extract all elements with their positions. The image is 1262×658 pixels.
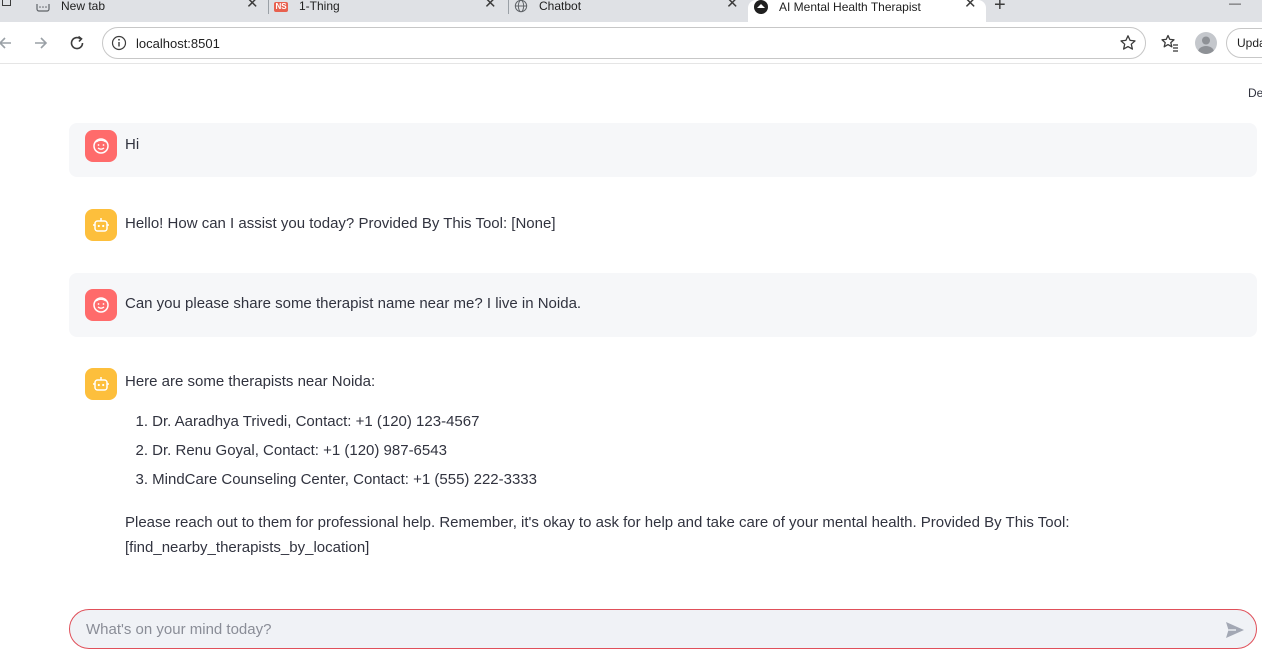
assistant-avatar	[85, 209, 117, 241]
robot-icon	[93, 377, 109, 391]
deploy-button[interactable]: De	[1248, 86, 1262, 100]
tab-divider	[268, 0, 269, 14]
message-text: Hello! How can I assist you today? Provi…	[125, 215, 556, 232]
profile-avatar-icon[interactable]	[1195, 32, 1217, 54]
tab-divider	[508, 0, 509, 14]
smile-face-icon	[93, 297, 109, 313]
chat-message-user: Hi	[69, 123, 1257, 177]
ns-icon: NS	[274, 2, 288, 12]
bookmark-star-icon[interactable]	[1119, 34, 1137, 52]
new-tab-button[interactable]: +	[994, 0, 1006, 17]
globe-icon	[514, 0, 528, 18]
favorites-icon[interactable]	[1160, 33, 1180, 53]
forward-button[interactable]	[30, 32, 52, 54]
user-avatar	[85, 130, 117, 162]
list-item-text: Dr. Aaradhya Trivedi, Contact: +1 (120) …	[152, 413, 480, 430]
back-button[interactable]	[0, 32, 16, 54]
message-text: Hi	[125, 136, 140, 153]
minimize-button[interactable]: —	[1229, 0, 1241, 10]
list-item: 3. MindCare Counseling Center, Contact: …	[125, 471, 537, 488]
robot-icon	[93, 218, 109, 232]
browser-toolbar: localhost:8501 Upda	[0, 22, 1262, 64]
chat-message-user: Can you please share some therapist name…	[69, 273, 1257, 337]
list-number: 3.	[135, 471, 148, 488]
streamlit-icon	[754, 0, 768, 19]
tab-ai-mental-health-therapist[interactable]: AI Mental Health Therapist ✕	[748, 0, 986, 24]
back-arrow-icon	[0, 37, 11, 49]
list-item: 2. Dr. Renu Goyal, Contact: +1 (120) 987…	[125, 442, 447, 459]
list-item-text: MindCare Counseling Center, Contact: +1 …	[152, 471, 537, 488]
tab-title: AI Mental Health Therapist	[779, 0, 921, 14]
forward-arrow-icon	[35, 37, 48, 49]
tab-title: 1-Thing	[299, 0, 340, 13]
list-number: 2.	[135, 442, 148, 459]
chat-input[interactable]	[86, 618, 1186, 640]
close-tab-icon[interactable]: ✕	[726, 0, 739, 12]
list-item-text: Dr. Renu Goyal, Contact: +1 (120) 987-65…	[152, 442, 447, 459]
browser-tab-strip: New tab ✕ NS 1-Thing ✕ Chatbot ✕ AI Ment…	[0, 0, 1262, 24]
close-tab-icon[interactable]: ✕	[964, 0, 977, 12]
list-number: 1.	[135, 413, 148, 430]
close-tab-icon[interactable]: ✕	[246, 0, 259, 12]
url-text[interactable]: localhost:8501	[136, 36, 220, 51]
tab-title: New tab	[61, 0, 106, 13]
new-tab-icon	[36, 4, 50, 18]
list-item: 1. Dr. Aaradhya Trivedi, Contact: +1 (12…	[125, 413, 479, 430]
tab-chatbot[interactable]: Chatbot ✕	[514, 0, 746, 22]
tab-new-tab[interactable]: New tab ✕	[36, 0, 268, 22]
reload-icon	[70, 35, 84, 50]
smile-face-icon	[93, 138, 109, 154]
close-tab-icon[interactable]: ✕	[484, 0, 497, 12]
chat-input-box	[69, 609, 1257, 649]
site-info-icon[interactable]	[111, 35, 127, 51]
window-menu-icon[interactable]	[2, 0, 11, 6]
tool-used-label: [find_nearby_therapists_by_location]	[125, 539, 370, 556]
message-text: Here are some therapists near Noida:	[125, 373, 376, 390]
user-avatar	[85, 289, 117, 321]
update-button[interactable]: Upda	[1226, 28, 1262, 58]
closing-line: Please reach out to them for professiona…	[125, 514, 1070, 531]
address-bar[interactable]: localhost:8501	[102, 27, 1146, 59]
reload-button[interactable]	[66, 32, 88, 54]
tab-1-thing[interactable]: NS 1-Thing ✕	[274, 0, 506, 22]
message-text: Can you please share some therapist name…	[125, 295, 582, 312]
closing-paragraph: Please reach out to them for professiona…	[125, 510, 1125, 560]
tab-title: Chatbot	[539, 0, 582, 13]
send-button[interactable]	[1224, 619, 1246, 641]
chat-message-assistant: Hello! How can I assist you today? Provi…	[69, 197, 1257, 251]
assistant-avatar	[85, 368, 117, 400]
send-icon	[1226, 622, 1244, 638]
